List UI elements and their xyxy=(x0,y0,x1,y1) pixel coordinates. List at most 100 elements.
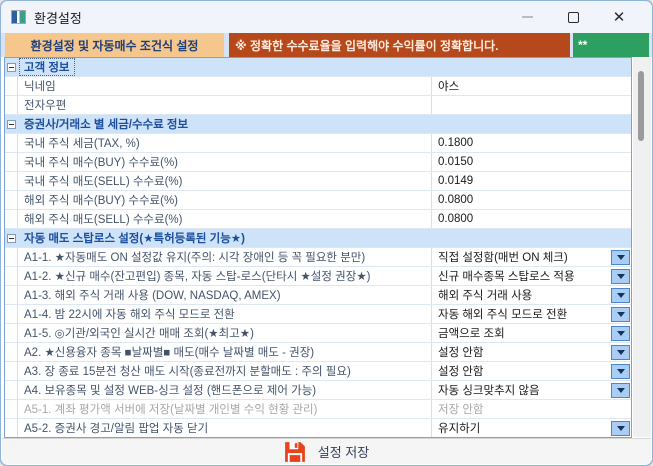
collapse-minus-icon[interactable] xyxy=(7,63,16,72)
vertical-scrollbar[interactable] xyxy=(633,58,651,437)
setting-value-cell[interactable]: 0.0800 xyxy=(431,210,631,228)
dropdown-button[interactable] xyxy=(611,250,630,265)
setting-value-cell[interactable]: 0.0150 xyxy=(431,153,631,171)
close-button[interactable]: ✕ xyxy=(596,1,642,33)
collapse-gutter xyxy=(5,229,18,247)
setting-label: 국내 주식 매도(SELL) 수수료(%) xyxy=(18,173,431,189)
chevron-down-icon xyxy=(617,255,625,260)
chevron-down-icon xyxy=(617,350,625,355)
setting-row: 해외 주식 매수(BUY) 수수료(%) 0.0800 xyxy=(5,191,631,210)
dropdown-button[interactable] xyxy=(611,326,630,341)
setting-row: 전자우편 xyxy=(5,96,631,115)
close-icon: ✕ xyxy=(613,10,626,25)
section-header-row[interactable]: 증권사/거래소 별 세금/수수료 정보 xyxy=(5,115,631,134)
setting-value-cell[interactable]: 0.0149 xyxy=(431,172,631,190)
save-settings-button[interactable]: 설정 저장 xyxy=(274,439,379,465)
setting-value-cell[interactable]: 설정 안함 xyxy=(431,343,631,361)
dropdown-button[interactable] xyxy=(611,307,630,322)
setting-row: A4. 보유종목 및 설정 WEB-싱크 설정 (핸드폰으로 제어 가능)자동 … xyxy=(5,381,631,400)
setting-value: 0.0800 xyxy=(438,194,631,206)
collapse-gutter xyxy=(5,58,18,76)
setting-label: A1-2. ★신규 매수(잔고편입) 종목, 자동 스탑-로스(단타시 ★설정 … xyxy=(18,268,431,284)
chevron-down-icon xyxy=(617,293,625,298)
dropdown-button[interactable] xyxy=(611,288,630,303)
setting-label: A5-1. 계좌 평가액 서버에 저장(날짜별 개인별 수익 현황 관리) xyxy=(18,401,431,417)
collapse-minus-icon[interactable] xyxy=(7,120,16,129)
setting-label: 해외 주식 매수(BUY) 수수료(%) xyxy=(18,192,431,208)
maximize-icon xyxy=(568,12,579,23)
collapse-minus-icon[interactable] xyxy=(7,234,16,243)
setting-value: 0.0149 xyxy=(438,175,631,187)
floppy-disk-icon xyxy=(284,441,306,463)
row-gutter xyxy=(5,419,18,437)
dropdown-button[interactable] xyxy=(611,364,630,379)
setting-value-cell[interactable]: 자동 싱크맞추지 않음 xyxy=(431,381,631,399)
setting-value: 해외 주식 거래 사용 xyxy=(438,287,611,303)
row-gutter xyxy=(5,343,18,361)
setting-value: 유지하기 xyxy=(438,420,611,436)
setting-row: A2. ★신용융자 종목 ■날짜별■ 매도(매수 날짜별 매도 - 권장)설정 … xyxy=(5,343,631,362)
setting-value: 0.0800 xyxy=(438,213,631,225)
row-gutter xyxy=(5,267,18,285)
row-gutter xyxy=(5,153,18,171)
row-gutter xyxy=(5,286,18,304)
setting-value-cell[interactable]: 해외 주식 거래 사용 xyxy=(431,286,631,304)
setting-row: A5-2. 증권사 경고/알림 팝업 자동 닫기유지하기 xyxy=(5,419,631,437)
settings-window: 환경설정 ✕ 환경설정 및 자동매수 조건식 설정 ※ 정확한 수수료율을 입력… xyxy=(0,0,653,466)
minimize-button[interactable] xyxy=(504,1,550,33)
setting-label: 국내 주식 세금(TAX, %) xyxy=(18,135,431,151)
setting-value-cell[interactable]: 야스 xyxy=(431,77,631,95)
scrollbar-thumb[interactable] xyxy=(638,71,644,141)
footer-bar: 설정 저장 xyxy=(2,438,651,464)
setting-value-cell[interactable]: 자동 해외 주식 모드로 전환 xyxy=(431,305,631,323)
setting-value: 야스 xyxy=(438,78,631,94)
setting-row: 국내 주식 매도(SELL) 수수료(%) 0.0149 xyxy=(5,172,631,191)
dropdown-button[interactable] xyxy=(611,269,630,284)
row-gutter xyxy=(5,210,18,228)
setting-value-cell[interactable] xyxy=(431,96,631,114)
setting-row: A5-1. 계좌 평가액 서버에 저장(날짜별 개인별 수익 현황 관리)저장 … xyxy=(5,400,631,419)
save-settings-label: 설정 저장 xyxy=(318,442,369,461)
status-badge: ** xyxy=(573,33,649,57)
setting-value-cell[interactable]: 금액으로 조회 xyxy=(431,324,631,342)
app-icon xyxy=(11,10,26,24)
section-header-row[interactable]: 자동 매도 스탑로스 설정(★특허등록된 기능★) xyxy=(5,229,631,248)
setting-value-cell[interactable]: 0.1800 xyxy=(431,134,631,152)
row-gutter xyxy=(5,362,18,380)
setting-value: 금액으로 조회 xyxy=(438,325,611,341)
setting-label: A4. 보유종목 및 설정 WEB-싱크 설정 (핸드폰으로 제어 가능) xyxy=(18,382,431,398)
setting-label: 닉네임 xyxy=(18,78,431,94)
setting-value-cell[interactable]: 직접 설정함(매번 ON 체크) xyxy=(431,248,631,266)
settings-grid: 고객 정보닉네임 야스전자우편증권사/거래소 별 세금/수수료 정보국내 주식 세… xyxy=(4,57,632,438)
setting-value-cell[interactable]: 0.0800 xyxy=(431,191,631,209)
dropdown-button[interactable] xyxy=(611,421,630,436)
row-gutter xyxy=(5,381,18,399)
setting-label: 국내 주식 매수(BUY) 수수료(%) xyxy=(18,154,431,170)
window-controls: ✕ xyxy=(504,1,642,33)
row-gutter xyxy=(5,77,18,95)
setting-row: A3. 장 종료 15분전 청산 매도 시작(종료전까지 분할매도 : 주의 필… xyxy=(5,362,631,381)
setting-value-cell[interactable]: 유지하기 xyxy=(431,419,631,437)
row-gutter xyxy=(5,248,18,266)
section-title: 자동 매도 스탑로스 설정(★특허등록된 기능★) xyxy=(20,230,249,246)
setting-value-cell[interactable]: 설정 안함 xyxy=(431,362,631,380)
maximize-button[interactable] xyxy=(550,1,596,33)
dropdown-button[interactable] xyxy=(611,383,630,398)
setting-value-cell[interactable]: 신규 매수종목 스탑로스 적용 xyxy=(431,267,631,285)
section-title: 증권사/거래소 별 세금/수수료 정보 xyxy=(20,116,192,132)
setting-value: 설정 안함 xyxy=(438,344,611,360)
row-gutter xyxy=(5,172,18,190)
setting-value: 0.1800 xyxy=(438,137,631,149)
tab-settings[interactable]: 환경설정 및 자동매수 조건식 설정 xyxy=(5,33,224,57)
window-title: 환경설정 xyxy=(34,8,82,27)
setting-row: 국내 주식 매수(BUY) 수수료(%) 0.0150 xyxy=(5,153,631,172)
setting-label: A1-5. ◎기관/외국인 실시간 매매 조회(★최고★) xyxy=(18,325,431,341)
setting-label: A1-1. ★자동매도 ON 설정값 유지(주의: 시각 장애인 등 꼭 필요한… xyxy=(18,249,431,265)
setting-value: 자동 해외 주식 모드로 전환 xyxy=(438,306,611,322)
section-header-row[interactable]: 고객 정보 xyxy=(5,58,631,77)
setting-row: 국내 주식 세금(TAX, %) 0.1800 xyxy=(5,134,631,153)
dropdown-button[interactable] xyxy=(611,345,630,360)
chevron-down-icon xyxy=(617,312,625,317)
chevron-down-icon xyxy=(617,331,625,336)
setting-value: 0.0150 xyxy=(438,156,631,168)
